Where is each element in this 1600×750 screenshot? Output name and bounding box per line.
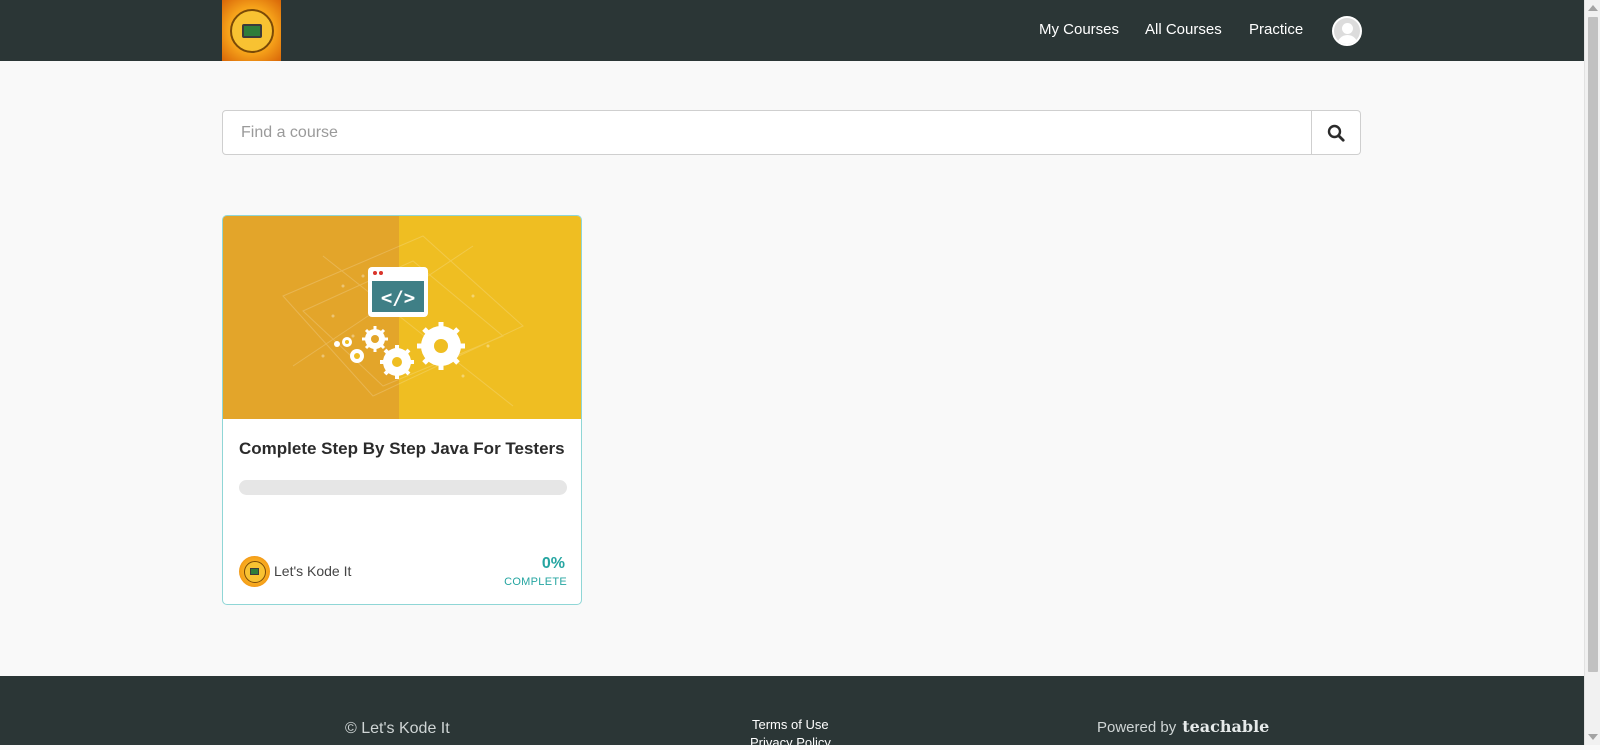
laptop-icon xyxy=(241,23,262,38)
search-button[interactable] xyxy=(1312,110,1361,155)
powered-by-label: Powered by xyxy=(1097,719,1177,736)
avatar-body xyxy=(1337,35,1358,44)
search-input[interactable] xyxy=(222,110,1312,155)
teachable-logo: teachable xyxy=(1182,717,1270,736)
footer-privacy-link[interactable]: Privacy Policy xyxy=(750,735,831,750)
course-title[interactable]: Complete Step By Step Java For Testers xyxy=(239,439,569,459)
progress-percent: 0% xyxy=(541,555,565,572)
course-thumbnail: </> xyxy=(223,216,581,419)
author-laptop-icon xyxy=(250,568,259,575)
nav-my-courses[interactable]: My Courses xyxy=(1039,21,1119,38)
course-card[interactable]: </> Complete Step By Step Java For Teste… xyxy=(222,215,582,605)
avatar-head xyxy=(1342,23,1353,34)
author-logo-icon xyxy=(243,560,266,583)
nav-practice[interactable]: Practice xyxy=(1249,21,1303,38)
search-icon xyxy=(1327,124,1345,142)
course-search-bar xyxy=(222,110,1361,155)
user-avatar-icon[interactable] xyxy=(1332,16,1362,46)
author-name: Let's Kode It xyxy=(274,563,352,579)
scroll-down-arrow-icon[interactable] xyxy=(1588,734,1598,740)
logo-badge-icon xyxy=(229,8,274,53)
site-logo[interactable] xyxy=(222,0,281,61)
footer-terms-link[interactable]: Terms of Use xyxy=(752,717,829,732)
scrollbar-thumb[interactable] xyxy=(1588,17,1598,672)
footer: © Let's Kode It Terms of Use Privacy Pol… xyxy=(0,676,1584,750)
svg-text:</>: </> xyxy=(381,287,415,309)
nav-all-courses[interactable]: All Courses xyxy=(1145,21,1222,38)
page-scrollbar[interactable] xyxy=(1584,0,1600,745)
scroll-up-arrow-icon[interactable] xyxy=(1588,5,1598,11)
footer-copyright: © Let's Kode It xyxy=(345,720,450,737)
author-avatar xyxy=(239,556,270,587)
complete-label: COMPLETE xyxy=(504,576,567,588)
code-window-with-gears-icon: </> xyxy=(282,235,524,407)
course-progress-bar xyxy=(239,480,567,495)
top-navbar: My Courses All Courses Practice xyxy=(0,0,1584,61)
powered-by-teachable[interactable]: Powered by teachable xyxy=(1097,717,1269,736)
